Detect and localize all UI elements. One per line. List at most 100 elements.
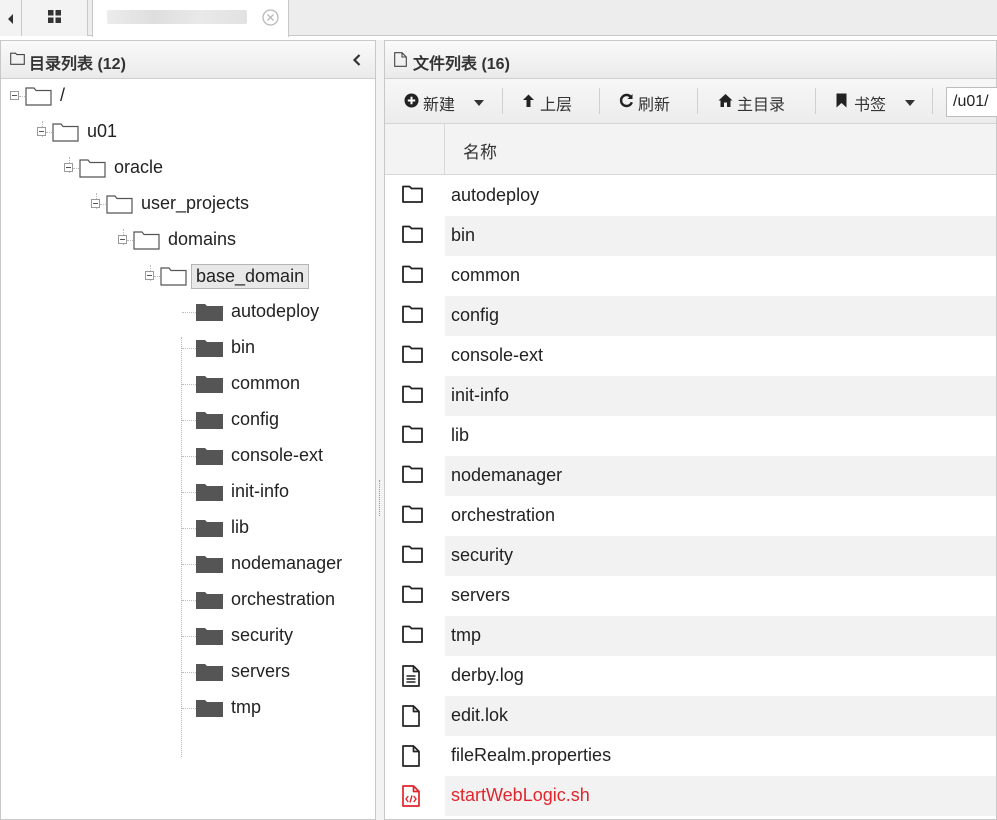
file-row[interactable]: autodeploy [385,176,996,216]
tree-node-label: bin [231,337,256,357]
folder-filled-icon [196,376,223,393]
directory-tree-panel: 目录列表 (12) / u01 oracle user_projects dom… [0,40,376,820]
file-name: startWebLogic.sh [451,785,590,805]
file-name: bin [451,225,476,245]
folder-filled-icon [196,520,223,537]
tree-node-label-selected: base_domain [191,264,310,289]
directory-tree: / u01 oracle user_projects domains base_… [1,79,375,819]
tab-scroll-left-button[interactable] [0,0,22,36]
tab-bar [0,0,997,37]
folder-icon [402,545,423,563]
file-row[interactable]: startWebLogic.sh [385,776,996,816]
file-row[interactable]: console-ext [385,336,996,376]
collapse-toggle[interactable] [64,163,73,172]
tree-node-label: oracle [114,157,164,177]
file-row[interactable]: fileRealm.properties [385,736,996,776]
arrow-up-icon [523,94,534,107]
file-list: autodeploy bin common config console-ext… [385,176,996,816]
collapse-toggle[interactable] [145,271,154,280]
file-row[interactable]: common [385,256,996,296]
folder-icon [402,425,423,443]
tab-title-blurred [107,10,247,24]
folder-filled-icon [196,340,223,357]
grid-icon [48,10,61,23]
collapse-toggle[interactable] [10,91,19,100]
file-row[interactable]: nodemanager [385,456,996,496]
folder-filled-icon [196,592,223,609]
tab-grid-button[interactable] [22,0,88,36]
folder-outline-icon [133,231,160,250]
home-label: 主目录 [737,97,786,114]
home-button[interactable]: 主目录 [718,89,798,114]
file-table-header: 名称 [385,124,996,175]
new-button-label: 新建 [423,97,456,114]
collapse-toggle[interactable] [118,235,127,244]
tab-active[interactable] [92,0,289,37]
bookmark-button[interactable]: 书签 [835,89,917,114]
file-name: config [451,305,500,325]
refresh-icon [619,93,633,108]
tree-node-label: common [231,373,301,393]
file-row[interactable]: edit.lok [385,696,996,736]
folder-icon [402,265,423,283]
file-row[interactable]: orchestration [385,496,996,536]
file-row[interactable]: servers [385,576,996,616]
code-file-icon [402,785,420,807]
path-input[interactable] [946,87,997,117]
tree-node-label: security [231,625,294,645]
folder-filled-icon [196,628,223,645]
file-name: nodemanager [451,465,563,485]
folder-filled-icon [196,448,223,465]
tree-node-label: user_projects [141,193,250,213]
folder-icon [402,185,423,203]
file-list-panel: 文件列表 (16) 新建 上层 刷新 主目录 书签 /u01/ 名称 autod… [384,40,997,820]
chevron-down-icon [905,100,915,106]
file-name: common [451,265,521,285]
file-row[interactable]: init-info [385,376,996,416]
file-row[interactable]: security [385,536,996,576]
collapse-toggle[interactable] [91,199,100,208]
file-name: autodeploy [451,185,540,205]
file-name: orchestration [451,505,556,525]
tree-node-label: tmp [231,697,262,717]
file-panel-header: 文件列表 (16) [385,41,996,79]
plus-circle-icon [404,93,419,108]
file-row[interactable]: config [385,296,996,336]
folder-outline-icon [10,52,25,65]
folder-filled-icon [196,484,223,501]
tree-node-label: orchestration [231,589,336,609]
file-name: lib [451,425,470,445]
tree-node-label: lib [231,517,250,537]
file-name: fileRealm.properties [451,745,612,765]
refresh-button[interactable]: 刷新 [619,89,681,114]
chevron-left-icon[interactable] [351,52,363,68]
collapse-toggle[interactable] [37,127,46,136]
folder-icon [402,345,423,363]
tree-panel-header: 目录列表 (12) [1,41,375,79]
up-level-button[interactable]: 上层 [521,89,583,114]
folder-icon [402,385,423,403]
file-row[interactable]: tmp [385,616,996,656]
file-row[interactable]: lib [385,416,996,456]
file-name: init-info [451,385,510,405]
folder-outline-icon [52,123,79,142]
bookmark-icon [836,93,847,108]
file-row[interactable]: derby.log [385,656,996,696]
panel-splitter[interactable] [376,40,384,820]
folder-filled-icon [196,664,223,681]
close-icon[interactable] [262,9,279,26]
home-icon [718,94,733,107]
up-level-label: 上层 [540,97,573,114]
folder-icon [402,625,423,643]
file-name: console-ext [451,345,544,365]
tree-node-label: / [60,85,66,105]
file-outline-icon [394,52,407,67]
name-column-header[interactable]: 名称 [463,138,497,163]
file-row[interactable]: bin [385,216,996,256]
file-toolbar: 新建 上层 刷新 主目录 书签 /u01/ [385,79,997,124]
folder-filled-icon [196,556,223,573]
file-name: security [451,545,514,565]
new-button[interactable]: 新建 [404,89,486,114]
tree-node-label: nodemanager [231,553,343,573]
folder-icon [402,505,423,523]
